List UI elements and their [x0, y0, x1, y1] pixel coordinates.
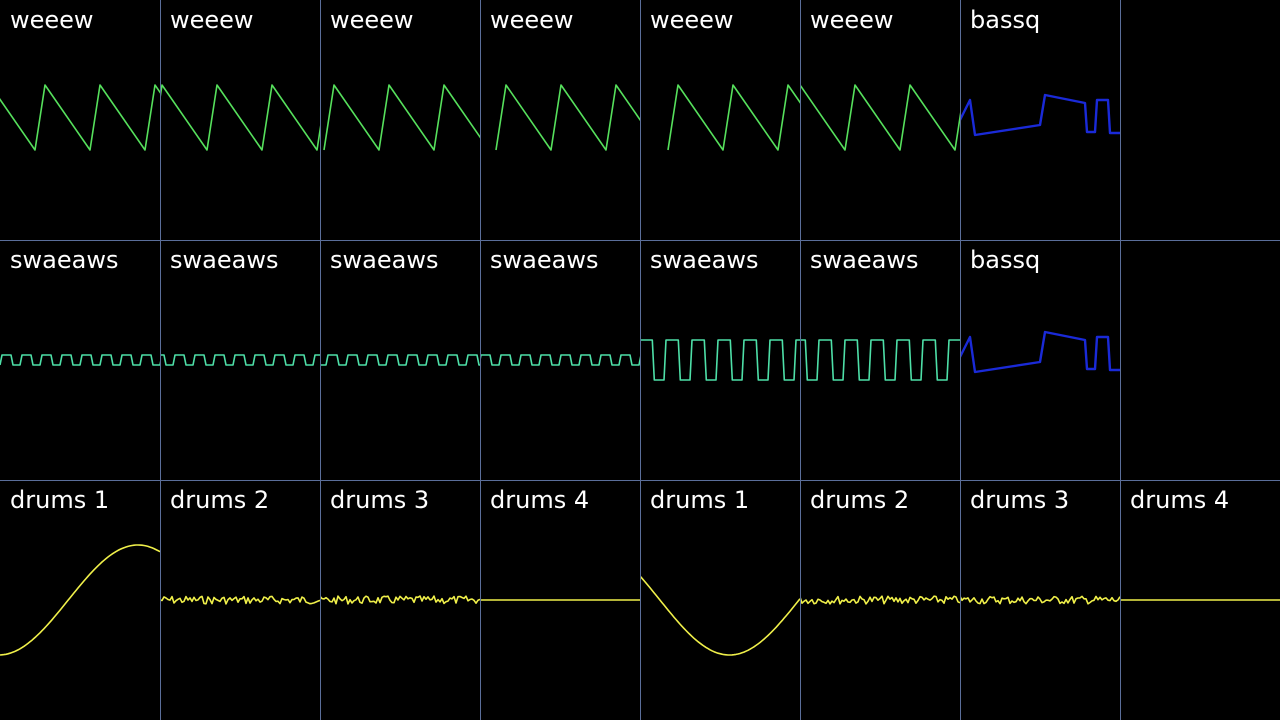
waveform-trace: [160, 84, 320, 151]
waveform-line: [0, 84, 160, 151]
oscilloscope-grid: weeew weeew weeew weeew weeew weeew bass…: [0, 0, 1280, 720]
channel-cell: weeew: [480, 0, 640, 240]
channel-label: drums 1: [10, 486, 110, 514]
channel-cell: drums 4: [1120, 480, 1280, 720]
channel-cell: swaeaws: [160, 240, 320, 480]
waveform-line: [323, 84, 480, 151]
channel-label: drums 4: [1130, 486, 1230, 514]
waveform-trace: [495, 84, 640, 151]
channel-cell: drums 3: [960, 480, 1120, 720]
waveform-trace: [667, 84, 800, 151]
waveform-line: [495, 84, 640, 151]
channel-cell: drums 3: [320, 480, 480, 720]
waveform-line: [640, 575, 800, 656]
waveform-trace: [0, 84, 160, 151]
channel-cell: swaeaws: [0, 240, 160, 480]
grid-divider: [640, 0, 641, 720]
waveform-line: [0, 544, 160, 656]
waveform-line: [0, 354, 160, 366]
waveform-line: [160, 84, 320, 151]
channel-label: swaeaws: [490, 246, 599, 274]
waveform-trace: [960, 595, 1120, 605]
waveform-trace: [800, 84, 960, 151]
waveform-trace: [480, 599, 640, 601]
channel-cell: swaeaws: [800, 240, 960, 480]
channel-cell: bassq: [960, 240, 1120, 480]
waveform-trace: [0, 354, 160, 366]
channel-label: bassq: [970, 6, 1041, 34]
waveform-line: [320, 354, 480, 366]
waveform-line: [640, 339, 800, 381]
channel-label: swaeaws: [170, 246, 279, 274]
channel-cell: drums 1: [0, 480, 160, 720]
waveform-line: [800, 84, 960, 151]
channel-label: swaeaws: [650, 246, 759, 274]
channel-label: swaeaws: [330, 246, 439, 274]
waveform-line: [960, 93, 1120, 137]
channel-cell: [1120, 0, 1280, 240]
channel-cell: drums 2: [800, 480, 960, 720]
channel-cell: weeew: [160, 0, 320, 240]
channel-label: drums 2: [170, 486, 270, 514]
waveform-trace: [960, 93, 1120, 137]
channel-label: weeew: [490, 6, 574, 34]
waveform-trace: [320, 354, 480, 366]
waveform-trace: [480, 354, 640, 366]
waveform-line: [480, 354, 640, 366]
channel-cell: weeew: [0, 0, 160, 240]
grid-divider: [1120, 0, 1121, 720]
waveform-trace: [800, 595, 960, 605]
channel-label: swaeaws: [10, 246, 119, 274]
channel-cell: weeew: [320, 0, 480, 240]
waveform-line: [800, 595, 960, 605]
channel-label: bassq: [970, 246, 1041, 274]
channel-cell: bassq: [960, 0, 1120, 240]
waveform-trace: [800, 339, 960, 381]
channel-label: drums 3: [330, 486, 430, 514]
channel-label: swaeaws: [810, 246, 919, 274]
channel-label: weeew: [330, 6, 414, 34]
waveform-line: [320, 595, 480, 605]
channel-label: weeew: [170, 6, 254, 34]
grid-divider: [320, 0, 321, 720]
grid-divider: [0, 480, 1280, 481]
channel-cell: drums 1: [640, 480, 800, 720]
channel-cell: swaeaws: [480, 240, 640, 480]
channel-label: drums 3: [970, 486, 1070, 514]
waveform-trace: [0, 544, 160, 656]
waveform-trace: [960, 330, 1120, 374]
channel-label: weeew: [810, 6, 894, 34]
channel-cell: weeew: [640, 0, 800, 240]
channel-label: drums 1: [650, 486, 750, 514]
waveform-line: [800, 339, 960, 381]
channel-label: weeew: [650, 6, 734, 34]
waveform-trace: [1120, 599, 1280, 601]
waveform-line: [960, 330, 1120, 374]
channel-cell: weeew: [800, 0, 960, 240]
grid-divider: [480, 0, 481, 720]
channel-cell: [1120, 240, 1280, 480]
waveform-line: [160, 354, 320, 366]
channel-cell: drums 4: [480, 480, 640, 720]
grid-divider: [160, 0, 161, 720]
waveform-trace: [320, 595, 480, 605]
waveform-trace: [640, 339, 800, 381]
waveform-line: [667, 84, 800, 151]
waveform-trace: [323, 84, 480, 151]
grid-divider: [800, 0, 801, 720]
channel-cell: drums 2: [160, 480, 320, 720]
channel-label: weeew: [10, 6, 94, 34]
channel-cell: swaeaws: [320, 240, 480, 480]
waveform-trace: [160, 354, 320, 366]
channel-cell: swaeaws: [640, 240, 800, 480]
grid-divider: [960, 0, 961, 720]
grid-divider: [0, 240, 1280, 241]
waveform-trace: [640, 575, 800, 656]
channel-label: drums 2: [810, 486, 910, 514]
channel-label: drums 4: [490, 486, 590, 514]
waveform-trace: [160, 595, 320, 605]
waveform-line: [960, 595, 1120, 605]
waveform-line: [160, 595, 320, 605]
